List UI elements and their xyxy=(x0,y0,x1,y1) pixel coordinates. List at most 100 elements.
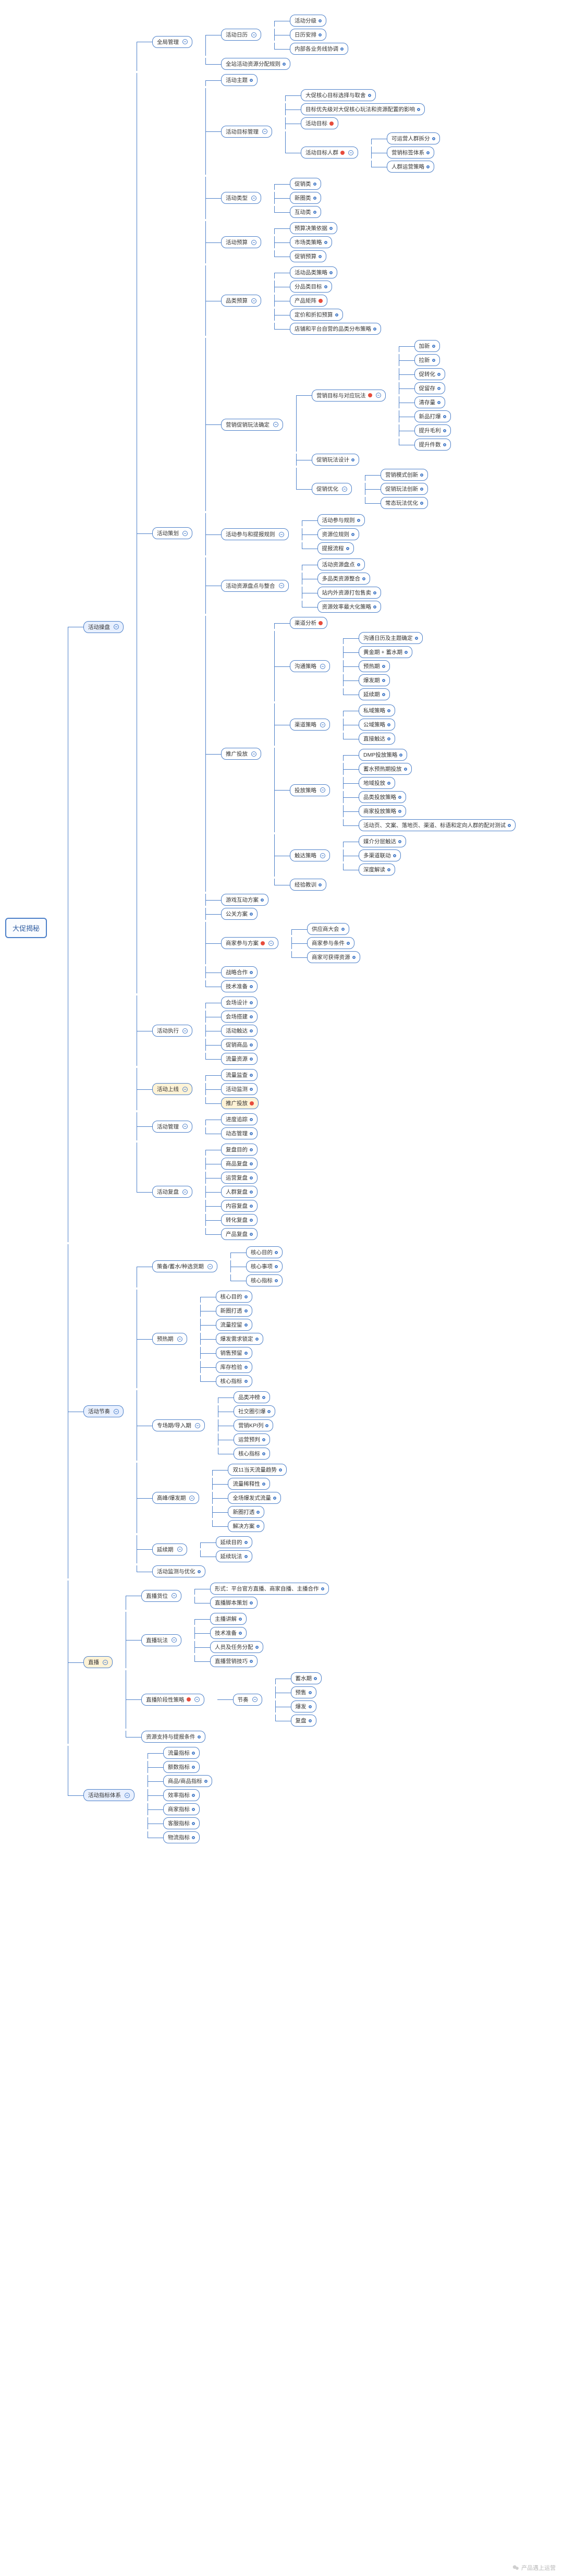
node[interactable]: 商家投放策略 xyxy=(359,805,406,817)
collapse-icon[interactable] xyxy=(251,240,256,245)
node[interactable]: 复盘目的 xyxy=(221,1144,258,1156)
node[interactable]: 内部各业务线协调 xyxy=(290,43,348,55)
node[interactable]: 延续玩法 xyxy=(216,1550,252,1562)
node[interactable]: 预售 xyxy=(291,1686,316,1698)
node[interactable]: 销售预留 xyxy=(216,1347,252,1359)
node[interactable]: 核心指标 xyxy=(234,1448,270,1460)
node[interactable]: 主播讲解 xyxy=(210,1613,247,1625)
collapse-icon[interactable] xyxy=(182,1087,188,1092)
node[interactable]: 高峰/爆发期 xyxy=(152,1492,199,1504)
node[interactable]: 活动预算 xyxy=(221,236,261,248)
node[interactable]: 内容复盘 xyxy=(221,1200,258,1212)
node[interactable]: 解决方案 xyxy=(228,1520,264,1532)
node[interactable]: 渠道分析 xyxy=(290,617,327,629)
node[interactable]: 活动执行 xyxy=(152,1025,192,1037)
node[interactable]: 客服指标 xyxy=(163,1817,200,1829)
collapse-icon[interactable] xyxy=(194,1697,200,1702)
node[interactable]: 活动上线 xyxy=(152,1083,192,1095)
node[interactable]: 投放策略 xyxy=(290,784,330,796)
node[interactable]: 促销预算 xyxy=(290,250,326,262)
node[interactable]: 公域策略 xyxy=(359,719,395,731)
node[interactable]: 流量指标 xyxy=(163,1747,200,1759)
node[interactable]: 直播玩法 xyxy=(141,1634,181,1646)
node[interactable]: 直播 xyxy=(83,1656,113,1668)
node[interactable]: 专场期/导入期 xyxy=(152,1419,205,1431)
node[interactable]: 活动监测 xyxy=(221,1083,258,1095)
node[interactable]: 活动主题 xyxy=(221,74,258,86)
node[interactable]: 品类冲榜 xyxy=(234,1391,270,1403)
node[interactable]: 流量控留 xyxy=(216,1319,252,1331)
collapse-icon[interactable] xyxy=(103,1660,108,1665)
node[interactable]: 流量稀释性 xyxy=(228,1478,270,1490)
node[interactable]: 品类投放策略 xyxy=(359,791,406,803)
node[interactable]: 双11当天流量趋势 xyxy=(228,1464,286,1476)
node[interactable]: 促销玩法设计 xyxy=(312,454,359,466)
node[interactable]: 社交圈引爆 xyxy=(234,1405,276,1417)
collapse-icon[interactable] xyxy=(348,150,353,155)
node[interactable]: 沟通日历及主题确定 xyxy=(359,632,423,644)
node[interactable]: 黄金期 + 蓄水期 xyxy=(359,646,412,658)
node[interactable]: 直播营销技巧 xyxy=(210,1655,258,1667)
collapse-icon[interactable] xyxy=(182,1028,188,1034)
node[interactable]: 活动触达 xyxy=(221,1025,258,1037)
node[interactable]: 沟通策略 xyxy=(290,660,330,672)
node[interactable]: 产品矩阵 xyxy=(290,295,327,307)
node[interactable]: 商品/商品指标 xyxy=(163,1775,212,1787)
collapse-icon[interactable] xyxy=(114,1409,119,1414)
collapse-icon[interactable] xyxy=(182,531,188,536)
node[interactable]: 商家参与方案 xyxy=(221,937,278,949)
collapse-icon[interactable] xyxy=(376,393,381,398)
node[interactable]: 渠道策略 xyxy=(290,719,330,731)
node[interactable]: 产品复盘 xyxy=(221,1228,258,1240)
collapse-icon[interactable] xyxy=(125,1793,130,1798)
collapse-icon[interactable] xyxy=(279,583,284,588)
node[interactable]: 活动日历 xyxy=(221,29,261,41)
node[interactable]: 清存量 xyxy=(414,396,446,408)
node[interactable]: 拉新 xyxy=(414,354,440,366)
node[interactable]: 直接触达 xyxy=(359,733,395,745)
node[interactable]: 新品打爆 xyxy=(414,410,451,422)
node[interactable]: 分品类目标 xyxy=(290,281,332,293)
node[interactable]: 形式：平台官方直播、商家自播、主播合作 xyxy=(210,1583,329,1595)
collapse-icon[interactable] xyxy=(268,941,274,946)
node[interactable]: 策备/蓄水/种选货期 xyxy=(152,1260,217,1272)
node[interactable]: 全站活动资源分配规则 xyxy=(221,58,290,70)
node[interactable]: 营销促销玩法确定 xyxy=(221,419,283,431)
node[interactable]: 活动资源盘点与整合 xyxy=(221,580,289,592)
node[interactable]: 定价和折扣预算 xyxy=(290,309,343,321)
node[interactable]: 营销标签体系 xyxy=(387,147,434,159)
node[interactable]: 公关方案 xyxy=(221,908,258,920)
node[interactable]: 人群运营策略 xyxy=(387,161,434,173)
collapse-icon[interactable] xyxy=(189,1496,194,1501)
node[interactable]: 运营预判 xyxy=(234,1433,270,1445)
collapse-icon[interactable] xyxy=(342,487,347,492)
node[interactable]: 活动目标管理 xyxy=(221,126,272,138)
node[interactable]: 促转化 xyxy=(414,368,446,380)
collapse-icon[interactable] xyxy=(195,1423,200,1428)
node[interactable]: 预热期 xyxy=(359,660,390,672)
node[interactable]: 日历安排 xyxy=(290,29,326,41)
node[interactable]: DMP投放策略 xyxy=(359,749,407,761)
collapse-icon[interactable] xyxy=(320,722,325,727)
node[interactable]: 蓄水期 xyxy=(291,1672,322,1684)
node[interactable]: 活动类型 xyxy=(221,192,261,204)
collapse-icon[interactable] xyxy=(251,751,256,757)
node[interactable]: 人员及任务分配 xyxy=(210,1641,263,1653)
node[interactable]: 活动品类策略 xyxy=(290,266,337,278)
node[interactable]: 新圈类 xyxy=(290,192,321,204)
node[interactable]: 爆发需求锁定 xyxy=(216,1333,263,1345)
node[interactable]: 会场搭建 xyxy=(221,1011,258,1023)
collapse-icon[interactable] xyxy=(182,1189,188,1195)
node[interactable]: 提报流程 xyxy=(317,542,354,554)
node[interactable]: 店铺和平台自营的品类分布策略 xyxy=(290,323,381,335)
node[interactable]: 流量监查 xyxy=(221,1069,258,1081)
node[interactable]: 资源效率最大化策略 xyxy=(317,601,382,613)
node[interactable]: 节奏 xyxy=(233,1694,262,1706)
node[interactable]: 核心事项 xyxy=(246,1260,283,1272)
node[interactable]: 活动节奏 xyxy=(83,1405,124,1417)
node[interactable]: 延续期 xyxy=(359,688,390,700)
node[interactable]: 新圈打透 xyxy=(216,1305,252,1317)
node[interactable]: 大促核心目标选择与取舍 xyxy=(301,89,376,101)
root-node[interactable]: 大促揭秘 xyxy=(5,918,47,938)
node[interactable]: 运营复盘 xyxy=(221,1172,258,1184)
